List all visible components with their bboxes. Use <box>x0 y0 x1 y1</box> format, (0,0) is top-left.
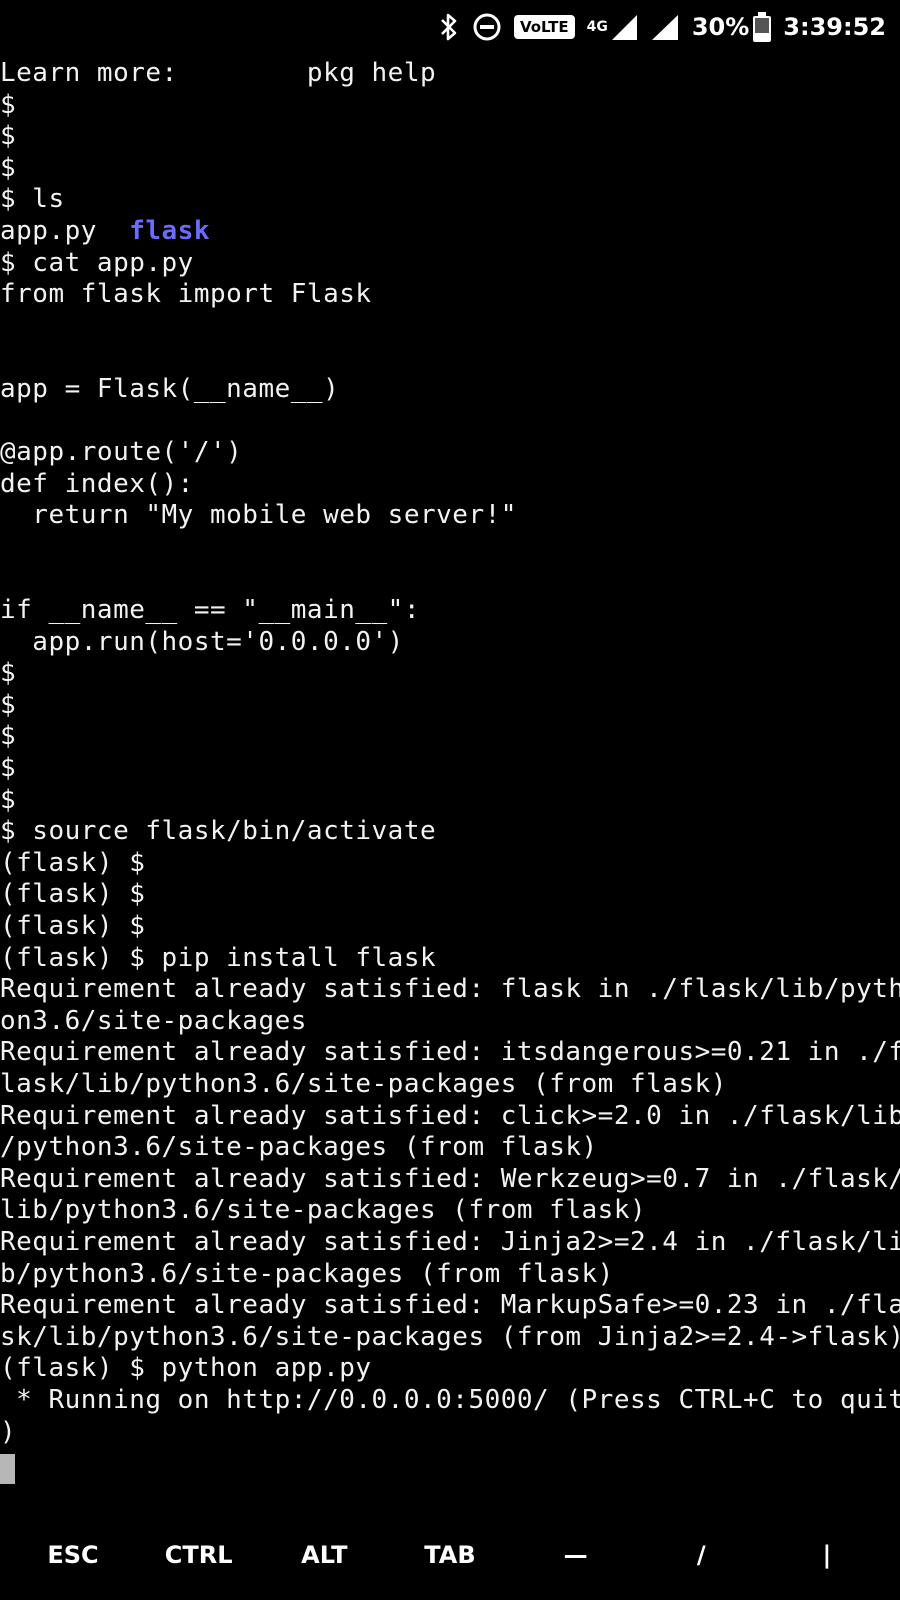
directory-entry: flask <box>129 215 211 246</box>
terminal-line: lib/python3.6/site-packages (from flask) <box>0 1195 647 1226</box>
terminal-line: (flask) $ <box>0 847 146 878</box>
terminal-line: $ source flask/bin/activate <box>0 816 437 847</box>
terminal-line: return "My mobile web server!" <box>0 500 517 531</box>
battery-icon <box>753 12 772 42</box>
terminal-line: $ cat app.py <box>0 247 194 278</box>
terminal-line: Learn more: pkg help <box>0 58 437 88</box>
terminal-line: app.py flask <box>0 216 900 248</box>
volte-badge: VoLTE <box>513 15 575 39</box>
clock: 3:39:52 <box>783 13 886 41</box>
terminal-line: Requirement already satisfied: flask in … <box>0 974 900 1005</box>
terminal-cursor-line <box>0 1448 900 1485</box>
terminal-line: $ <box>0 658 17 689</box>
terminal-line: $ <box>0 89 17 120</box>
network-signal: 4G <box>587 13 638 41</box>
terminal-line: Requirement already satisfied: itsdanger… <box>0 1037 900 1068</box>
alt-key[interactable]: ALT <box>269 1541 379 1569</box>
terminal-line: (flask) $ pip install flask <box>0 942 437 973</box>
terminal-line: Requirement already satisfied: Jinja2>=2… <box>0 1226 900 1257</box>
status-bar: VoLTE 4G 30% 3:39:52 <box>0 0 900 54</box>
terminal-line: if __name__ == "__main__": <box>0 595 420 626</box>
volte-label: VoLTE <box>513 15 575 39</box>
wifi-signal-icon <box>650 13 680 41</box>
battery-percent: 30% <box>691 13 750 41</box>
pipe-key[interactable]: | <box>772 1541 882 1569</box>
terminal-line: $ ls <box>0 184 65 215</box>
terminal-line: $ <box>0 121 17 152</box>
ctrl-key[interactable]: CTRL <box>144 1541 254 1569</box>
dash-key[interactable]: — <box>521 1541 631 1569</box>
terminal-line: app = Flask(__name__) <box>0 373 340 404</box>
terminal-line: * Running on http://0.0.0.0:5000/ (Press… <box>0 1384 900 1415</box>
battery-status: 30% <box>691 12 772 42</box>
do-not-disturb-icon <box>472 12 502 42</box>
terminal-line: (flask) $ python app.py <box>0 1353 372 1384</box>
signal-strength-icon <box>611 15 637 40</box>
terminal-line: /python3.6/site-packages (from flask) <box>0 1132 598 1163</box>
terminal-line: $ <box>0 721 17 752</box>
extra-keys-bar: ESC CTRL ALT TAB — / | <box>0 1510 900 1600</box>
tab-key[interactable]: TAB <box>395 1541 505 1569</box>
terminal-line: lask/lib/python3.6/site-packages (from f… <box>0 1069 727 1099</box>
terminal-output[interactable]: Learn more: pkg help $ $ $ $ ls app.py flask $… <box>0 58 900 1498</box>
esc-key[interactable]: ESC <box>18 1541 128 1569</box>
terminal-line: $ <box>0 152 17 183</box>
terminal-line: from flask import Flask <box>0 279 372 310</box>
terminal-line: on3.6/site-packages <box>0 1005 307 1036</box>
terminal-line: app.run(host='0.0.0.0') <box>0 626 404 657</box>
terminal-line: Requirement already satisfied: Werkzeug>… <box>0 1163 900 1194</box>
terminal-line: def index(): <box>0 468 194 499</box>
bluetooth-icon <box>438 12 460 42</box>
terminal-line: (flask) $ <box>0 911 146 942</box>
slash-key[interactable]: / <box>646 1541 756 1569</box>
terminal-line: Requirement already satisfied: MarkupSaf… <box>0 1290 900 1321</box>
terminal-line: $ <box>0 784 17 815</box>
terminal-line: $ <box>0 753 17 784</box>
file-entry: app.py <box>0 215 130 246</box>
terminal-line: Requirement already satisfied: click>=2.… <box>0 1100 900 1131</box>
terminal-line: $ <box>0 689 17 720</box>
terminal-line: (flask) $ <box>0 879 146 910</box>
text-cursor <box>0 1454 15 1485</box>
terminal-line: b/python3.6/site-packages (from flask) <box>0 1258 614 1289</box>
terminal-line: ) <box>0 1416 17 1447</box>
network-type-label: 4G <box>586 19 608 35</box>
terminal-line: sk/lib/python3.6/site-packages (from Jin… <box>0 1321 900 1352</box>
terminal-line: @app.route('/') <box>0 437 243 468</box>
